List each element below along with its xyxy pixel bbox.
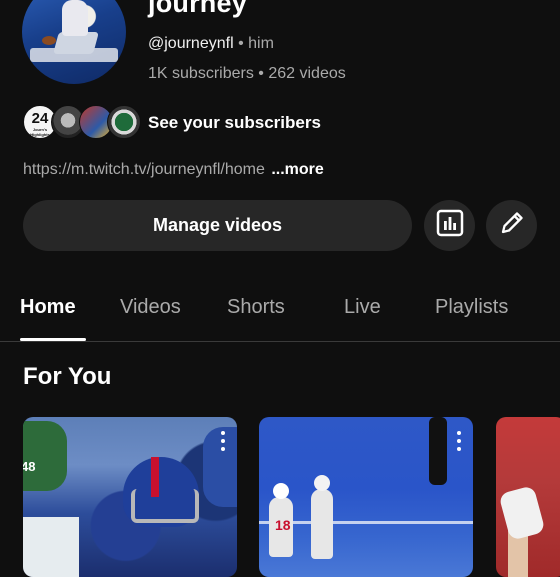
thumb-player-right bbox=[203, 427, 237, 507]
channel-name: journey bbox=[148, 0, 247, 18]
tabs-divider bbox=[0, 341, 560, 342]
analytics-button[interactable] bbox=[424, 200, 475, 251]
thumb-glove bbox=[498, 485, 546, 541]
tab-shorts[interactable]: Shorts bbox=[227, 296, 285, 319]
channel-stats: 1K subscribers • 262 videos bbox=[148, 65, 346, 83]
separator-dot: • bbox=[238, 35, 244, 52]
thumb-referee bbox=[23, 517, 79, 577]
tab-home[interactable]: Home bbox=[20, 296, 76, 319]
channel-pronouns: him bbox=[248, 35, 274, 52]
edit-button[interactable] bbox=[486, 200, 537, 251]
manage-videos-button[interactable]: Manage videos bbox=[23, 200, 412, 251]
pencil-icon bbox=[497, 208, 527, 243]
subscriber-avatars[interactable]: 24 Journ's Highlights bbox=[23, 105, 143, 139]
video-count: 262 videos bbox=[268, 65, 346, 82]
channel-avatar[interactable] bbox=[22, 0, 126, 84]
subscriber-count: 1K subscribers bbox=[148, 65, 254, 82]
see-subscribers-link[interactable]: See your subscribers bbox=[148, 113, 321, 133]
separator-dot: • bbox=[258, 65, 264, 82]
section-title: For You bbox=[23, 363, 112, 390]
subscriber-avatar-number: 24 bbox=[31, 110, 49, 127]
avatar-player bbox=[62, 0, 88, 36]
tab-videos[interactable]: Videos bbox=[120, 296, 181, 319]
thumb-facemask bbox=[131, 489, 199, 523]
more-options-icon[interactable] bbox=[221, 431, 225, 451]
channel-link-line: https://m.twitch.tv/journeynfl/home ...m… bbox=[23, 161, 324, 179]
video-thumbnail[interactable]: 18 bbox=[259, 417, 473, 577]
bar-chart-icon bbox=[435, 208, 465, 243]
thumb-player bbox=[311, 475, 333, 559]
channel-handle-line: @journeynfl • him bbox=[148, 35, 274, 53]
channel-external-link[interactable]: https://m.twitch.tv/journeynfl/home bbox=[23, 161, 265, 178]
tab-playlists[interactable]: Playlists bbox=[435, 296, 508, 319]
video-thumbnail[interactable]: 48 bbox=[23, 417, 237, 577]
thumb-player-jets bbox=[23, 421, 67, 491]
channel-handle: @journeynfl bbox=[148, 35, 234, 52]
subscriber-avatar-caption: Journ's Highlights bbox=[30, 127, 50, 137]
avatar-football bbox=[42, 36, 56, 45]
thumb-jersey-number: 18 bbox=[275, 517, 291, 533]
more-link[interactable]: ...more bbox=[271, 161, 323, 178]
subscriber-avatar bbox=[107, 105, 141, 139]
tab-live[interactable]: Live bbox=[344, 296, 381, 319]
more-options-icon[interactable] bbox=[457, 431, 461, 451]
thumb-jersey-number: 48 bbox=[23, 459, 36, 474]
thumb-player bbox=[429, 417, 447, 485]
video-thumbnail[interactable] bbox=[496, 417, 560, 577]
